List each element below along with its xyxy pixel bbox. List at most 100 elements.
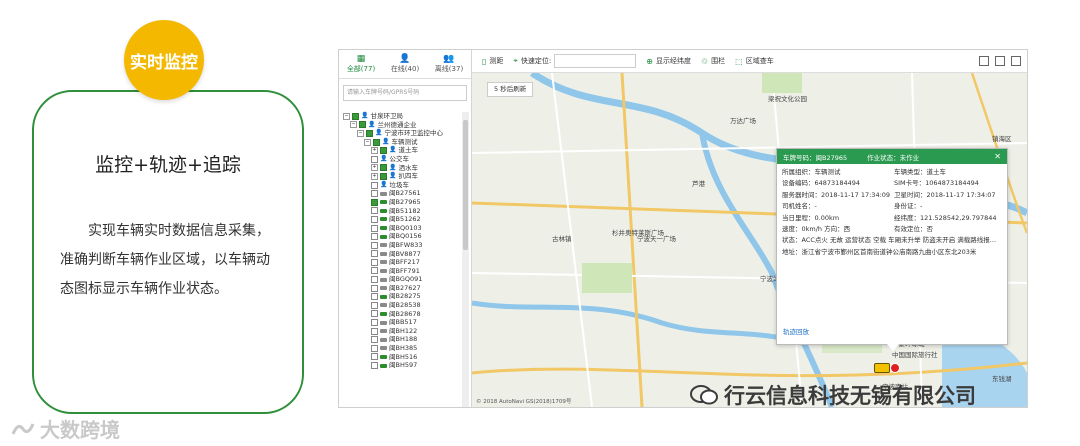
tree-item-label: 兰州德通企业: [377, 120, 417, 129]
tree-item[interactable]: − 👤 兰州德通企业: [343, 121, 461, 130]
tree-checkbox[interactable]: [380, 172, 387, 180]
group-icon: 👤: [375, 129, 383, 137]
tree-checkbox[interactable]: [371, 267, 378, 275]
tree-item[interactable]: 闽BV8877: [343, 250, 461, 259]
tree-checkbox[interactable]: [371, 258, 378, 266]
close-icon[interactable]: ✕: [994, 152, 1001, 161]
tree-checkbox[interactable]: [371, 353, 378, 361]
tree-checkbox[interactable]: [371, 327, 378, 335]
tree-checkbox[interactable]: [371, 310, 378, 318]
tree-item[interactable]: 闽B28538: [343, 301, 461, 310]
tree-checkbox[interactable]: [359, 121, 366, 129]
tree-item[interactable]: 闽BFW833: [343, 241, 461, 250]
tree-item[interactable]: 闽BGQ091: [343, 275, 461, 284]
expand-toggle-icon[interactable]: −: [343, 112, 350, 120]
popup-row: 当日里程：0.00km 经纬度：121.528542,29.797844: [777, 213, 1007, 224]
tree-checkbox[interactable]: [371, 284, 378, 292]
track-replay-link[interactable]: 轨迹回放: [783, 326, 809, 336]
show-coords-label: 显示经纬度: [655, 57, 691, 65]
tree-item[interactable]: 闽B51182: [343, 207, 461, 216]
tree-item-label: 闽BH122: [389, 326, 418, 335]
expand-toggle-icon[interactable]: +: [371, 147, 378, 155]
vehicle-marker[interactable]: [874, 363, 890, 373]
tree-checkbox[interactable]: [371, 198, 378, 206]
popup-field: SIM卡号：1064873184494: [894, 179, 979, 188]
map-label: 东钱湖: [992, 375, 1012, 383]
expand-toggle-icon[interactable]: −: [357, 129, 364, 137]
tree-checkbox[interactable]: [380, 164, 387, 172]
tree-checkbox[interactable]: [371, 241, 378, 249]
vehicle-icon: [380, 286, 387, 291]
expand-toggle-icon[interactable]: −: [350, 121, 357, 129]
tree-item[interactable]: 闽B27561: [343, 189, 461, 198]
location-pin-icon[interactable]: [890, 363, 900, 373]
tree-item[interactable]: 闽BFF217: [343, 258, 461, 267]
tree-checkbox[interactable]: [366, 129, 373, 137]
tree-checkbox[interactable]: [371, 215, 378, 223]
tab-0[interactable]: ▦ 全部(77): [339, 50, 383, 78]
feature-title: 监控+轨迹+追踪: [95, 154, 241, 176]
tab-2[interactable]: 👥 离线(37): [427, 50, 471, 78]
area-icon: ⬚: [735, 56, 743, 66]
tree-item[interactable]: 闽BH188: [343, 335, 461, 344]
popup-status: 作业状态：未作业: [867, 153, 920, 162]
tree-checkbox[interactable]: [371, 344, 378, 352]
tree-item[interactable]: 闽BQ0103: [343, 224, 461, 233]
tree-item[interactable]: 闽B28678: [343, 310, 461, 319]
tree-checkbox[interactable]: [371, 181, 378, 189]
tree-item[interactable]: 闽B27965: [343, 198, 461, 207]
tree-item[interactable]: 闽B51262: [343, 215, 461, 224]
vehicle-search-input[interactable]: 请输入车牌号码/GPRS号码: [343, 85, 467, 101]
tree-checkbox[interactable]: [371, 224, 378, 232]
tree-item[interactable]: 闽BH516: [343, 353, 461, 362]
maximize-icon[interactable]: [1011, 56, 1021, 66]
tree-item[interactable]: 闽B28275: [343, 292, 461, 301]
quick-locate-input[interactable]: [554, 54, 637, 68]
expand-toggle-icon[interactable]: −: [364, 138, 371, 146]
expand-toggle-icon[interactable]: +: [371, 172, 378, 180]
tree-checkbox[interactable]: [380, 147, 387, 155]
tree-checkbox[interactable]: [371, 190, 378, 198]
tree-item[interactable]: + 👤 扒四车: [343, 172, 461, 181]
tree-checkbox[interactable]: [352, 112, 359, 120]
tree-item[interactable]: 👤 垃圾车: [343, 181, 461, 190]
tree-checkbox[interactable]: [371, 293, 378, 301]
tree-checkbox[interactable]: [371, 233, 378, 241]
map-view[interactable]: 5 秒后刷新 万达广场梁祝文化公园宁波汽车北站宁波东站宁波市政府五乡镇镇海区宁波…: [472, 73, 1027, 407]
minimize-icon[interactable]: [979, 56, 989, 66]
refresh-countdown-button[interactable]: 5 秒后刷新: [487, 82, 534, 97]
tree-item[interactable]: + 👤 洒水车: [343, 164, 461, 173]
tree-item[interactable]: 闽BB517: [343, 318, 461, 327]
tree-item[interactable]: 闽BH122: [343, 327, 461, 336]
tree-item[interactable]: + 👤 道土车: [343, 146, 461, 155]
tree-checkbox[interactable]: [371, 319, 378, 327]
tree-checkbox[interactable]: [371, 362, 378, 370]
tab-1[interactable]: 👤 在线(40): [383, 50, 427, 78]
area-search-button[interactable]: ⬚ 区域查车: [735, 56, 774, 66]
scroll-thumb[interactable]: [463, 120, 468, 250]
tree-item[interactable]: 闽BH597: [343, 361, 461, 370]
tree-checkbox[interactable]: [371, 336, 378, 344]
vehicle-icon: [380, 251, 387, 256]
tree-item[interactable]: 闽B27627: [343, 284, 461, 293]
tree-scrollbar[interactable]: [462, 112, 469, 407]
tree-checkbox[interactable]: [371, 207, 378, 215]
tab-label: 在线(40): [390, 65, 420, 73]
tree-checkbox[interactable]: [373, 138, 380, 146]
tree-item[interactable]: 闽BQ0156: [343, 232, 461, 241]
expand-toggle-icon[interactable]: +: [371, 164, 378, 172]
tree-checkbox[interactable]: [371, 155, 378, 163]
tree-checkbox[interactable]: [371, 276, 378, 284]
brand-logo-icon: [11, 422, 35, 435]
tree-item[interactable]: − 👤 甘泉环卫局: [343, 112, 461, 121]
tree-item[interactable]: − 👤 宁波市环卫监控中心: [343, 129, 461, 138]
tree-item[interactable]: 👤 公交车: [343, 155, 461, 164]
tree-item[interactable]: 闽BFF791: [343, 267, 461, 276]
restore-icon[interactable]: [995, 56, 1005, 66]
tree-checkbox[interactable]: [371, 301, 378, 309]
fence-button[interactable]: ♲ 围栏: [701, 56, 725, 66]
tree-checkbox[interactable]: [371, 250, 378, 258]
tree-item[interactable]: 闽BH385: [343, 344, 461, 353]
show-coords-button[interactable]: ⊕ 显示经纬度: [646, 56, 691, 66]
measure-button[interactable]: ▯ 测距: [482, 56, 503, 66]
